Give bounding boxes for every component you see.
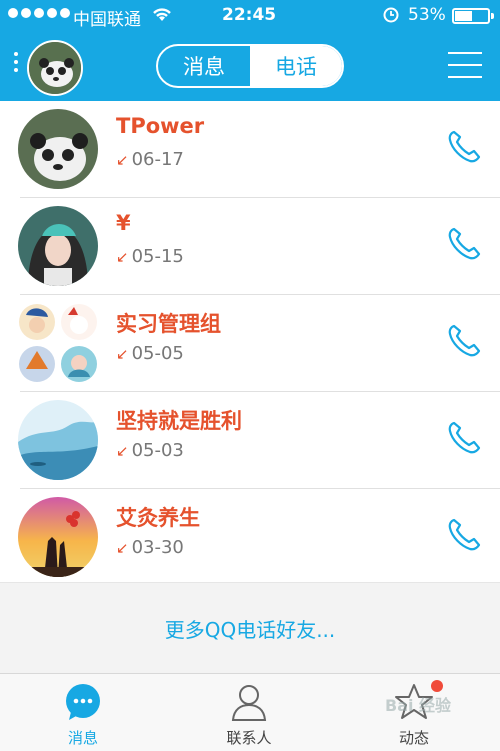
- contact-avatar: [18, 400, 98, 480]
- contact-name: TPower: [116, 114, 205, 138]
- call-row[interactable]: 艾灸养生 ↙ 03-30: [0, 489, 500, 586]
- more-qq-call-friends-link[interactable]: 更多QQ电话好友...: [0, 582, 500, 674]
- watermark: Bai 经验: [385, 696, 452, 715]
- phone-icon[interactable]: [444, 418, 484, 458]
- tab-label: 消息: [67, 729, 98, 747]
- call-list: TPower ↙ 06-17 ¥ ↙ 05-15 实习管理组 ↙ 05-05 坚…: [0, 101, 500, 586]
- group-avatar: [18, 303, 98, 383]
- segmented-control: 消息 电话: [156, 44, 344, 88]
- call-date: 06-17: [131, 149, 184, 170]
- tab-phone[interactable]: 电话: [250, 46, 342, 86]
- carrier-name: 中国联通: [73, 10, 141, 30]
- status-bar: 中国联通 22:45 53%: [0, 0, 500, 32]
- contact-name: ¥: [116, 211, 131, 235]
- chat-bubble-icon: [66, 684, 100, 720]
- alarm-icon: [382, 5, 400, 28]
- call-date: 05-15: [131, 246, 184, 267]
- call-meta: ↙ 05-05: [116, 343, 184, 364]
- call-row[interactable]: 实习管理组 ↙ 05-05: [0, 295, 500, 392]
- call-date: 05-05: [131, 343, 184, 364]
- phone-icon[interactable]: [444, 321, 484, 361]
- incoming-call-arrow-icon: ↙: [116, 538, 129, 557]
- call-row[interactable]: ¥ ↙ 05-15: [0, 198, 500, 295]
- phone-icon[interactable]: [444, 127, 484, 167]
- incoming-call-arrow-icon: ↙: [116, 150, 129, 169]
- tab-label: 动态: [398, 729, 429, 747]
- incoming-call-arrow-icon: ↙: [116, 344, 129, 363]
- tab-contacts[interactable]: 联系人: [194, 674, 304, 751]
- wifi-icon: [151, 5, 173, 28]
- phone-icon[interactable]: [444, 224, 484, 264]
- battery-percent: 53%: [408, 5, 446, 25]
- more-dots-icon: [14, 52, 18, 72]
- top-bar: 中国联通 22:45 53% 消息 电话: [0, 0, 500, 101]
- call-meta: ↙ 03-30: [116, 537, 184, 558]
- contact-avatar: [18, 497, 98, 577]
- contact-name: 艾灸养生: [116, 506, 200, 530]
- tab-label: 联系人: [226, 729, 272, 747]
- contact-name: 坚持就是胜利: [116, 409, 242, 433]
- profile-avatar[interactable]: [27, 40, 83, 96]
- phone-icon[interactable]: [444, 515, 484, 555]
- tab-messages-bottom[interactable]: 消息: [28, 674, 138, 751]
- contact-name: 实习管理组: [116, 312, 221, 336]
- menu-icon[interactable]: [448, 50, 482, 80]
- call-date: 05-03: [131, 440, 184, 461]
- call-row[interactable]: TPower ↙ 06-17: [0, 101, 500, 198]
- battery-icon: [452, 8, 494, 24]
- call-row[interactable]: 坚持就是胜利 ↙ 05-03: [0, 392, 500, 489]
- notification-badge: [431, 680, 443, 692]
- call-meta: ↙ 05-03: [116, 440, 184, 461]
- contact-avatar: [18, 109, 98, 189]
- contacts-icon: [231, 685, 267, 721]
- tab-messages[interactable]: 消息: [158, 46, 250, 86]
- call-meta: ↙ 06-17: [116, 149, 184, 170]
- signal-icon: [8, 8, 70, 18]
- clock: 22:45: [222, 5, 277, 25]
- call-date: 03-30: [131, 537, 184, 558]
- contact-avatar: [18, 206, 98, 286]
- incoming-call-arrow-icon: ↙: [116, 247, 129, 266]
- incoming-call-arrow-icon: ↙: [116, 441, 129, 460]
- call-meta: ↙ 05-15: [116, 246, 184, 267]
